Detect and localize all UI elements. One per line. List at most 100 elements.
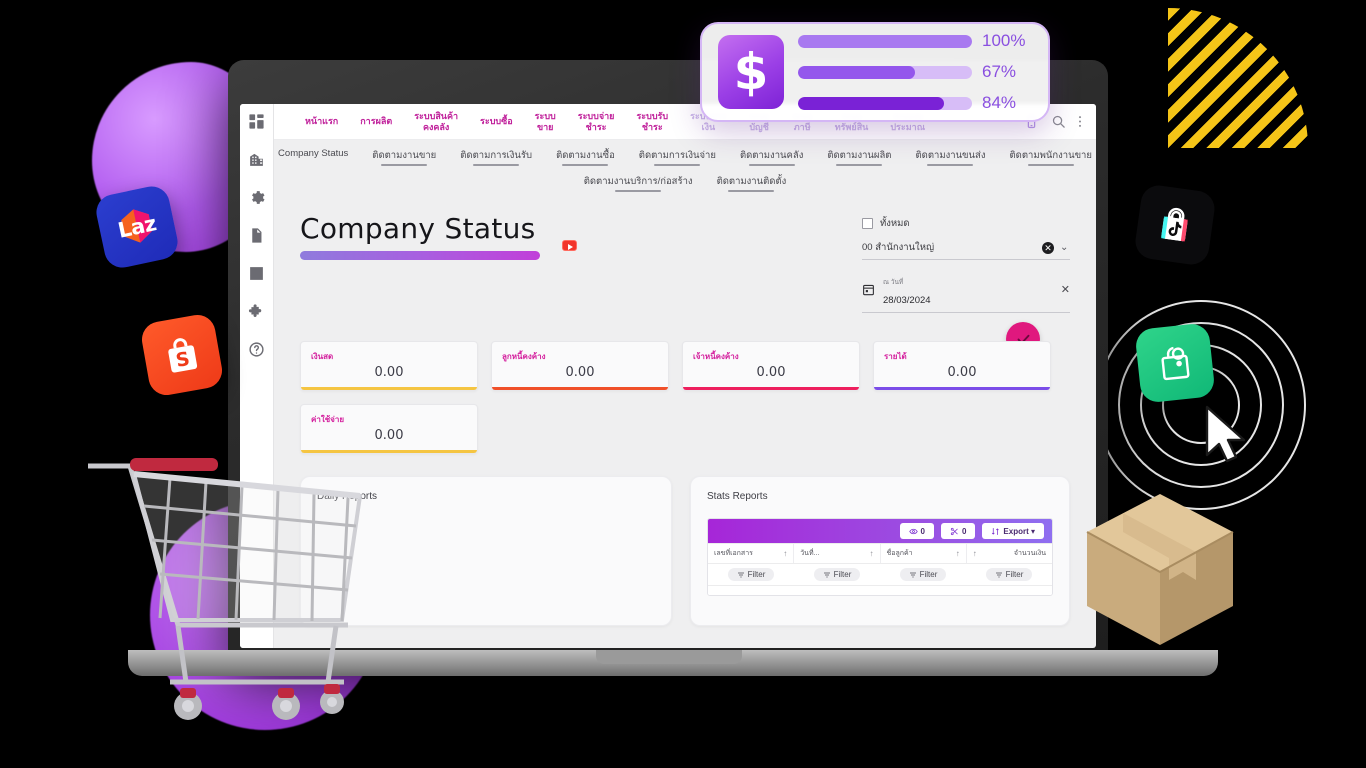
page-title: Company Status bbox=[300, 212, 536, 245]
tab-company-status[interactable]: Company Status bbox=[266, 148, 360, 166]
shopping-cart bbox=[88, 458, 363, 720]
stats-table-toolbar: 0 0 Export ▾ bbox=[708, 519, 1052, 544]
sort-icon bbox=[992, 528, 1000, 535]
tab-label: ติดตามงานบริการ/ก่อสร้าง bbox=[583, 176, 693, 187]
help-icon[interactable] bbox=[248, 341, 265, 358]
topnav-item-6[interactable]: ระบบรับ ชำระ bbox=[625, 111, 679, 132]
filter-icon bbox=[909, 572, 916, 578]
tab-purchase-tracking[interactable]: ติดตามงานซื้อ bbox=[544, 148, 627, 166]
table-column-header[interactable]: เลขที่เอกสาร ↑ bbox=[708, 544, 795, 564]
filter-button[interactable]: Filter bbox=[985, 568, 1033, 582]
building-icon[interactable] bbox=[248, 151, 265, 168]
dollar-symbol: $ bbox=[733, 43, 769, 101]
tab-salesperson-tracking[interactable]: ติดตามพนักงานขาย bbox=[997, 148, 1096, 166]
kpi-card-revenue[interactable]: รายได้ 0.00 bbox=[873, 341, 1051, 392]
visible-count-button[interactable]: 0 bbox=[899, 523, 934, 540]
table-column-header[interactable]: ชื่อลูกค้า ↑ bbox=[881, 544, 967, 564]
tabs-row-2: ติดตามงานบริการ/ก่อสร้าง ติดตามงานติดตั้… bbox=[274, 174, 1096, 192]
parcel-box bbox=[1086, 494, 1234, 645]
chart-icon[interactable] bbox=[248, 265, 265, 282]
tab-label: ติดตามงานขนส่ง bbox=[915, 150, 986, 161]
export-button[interactable]: Export ▾ bbox=[982, 523, 1044, 540]
tab-underline bbox=[836, 164, 883, 166]
kpi-value: 0.00 bbox=[374, 365, 404, 381]
table-column-header[interactable]: วันที่... ↑ bbox=[794, 544, 881, 564]
filter-button[interactable]: Filter bbox=[813, 568, 861, 582]
kpi-value: 0.00 bbox=[565, 365, 595, 381]
kpi-card-receivables[interactable]: ลูกหนี้คงค้าง 0.00 bbox=[491, 341, 669, 392]
filter-button[interactable]: Filter bbox=[899, 568, 947, 582]
kpi-accent-rule bbox=[874, 387, 1050, 391]
branch-select[interactable]: 00 สำนักงานใหญ่ ✕ ⌄ bbox=[862, 240, 1070, 260]
filter-cell: Filter bbox=[708, 568, 794, 582]
tab-label: ติดตามพนักงานขาย bbox=[1009, 150, 1092, 161]
checkbox-icon[interactable] bbox=[862, 218, 873, 229]
stats-table: 0 0 Export ▾ เลขที่เอกสาร ↑ วันที่... ↑ … bbox=[707, 518, 1053, 597]
filter-all-checkbox-row[interactable]: ทั้งหมด bbox=[862, 216, 1070, 231]
filter-button[interactable]: Filter bbox=[727, 568, 775, 582]
kpi-card-payables[interactable]: เจ้าหนี้คงค้าง 0.00 bbox=[682, 341, 860, 392]
topnav-item-3[interactable]: ระบบซื้อ bbox=[469, 116, 524, 126]
puzzle-icon[interactable] bbox=[248, 303, 265, 320]
tiktok-shop-icon bbox=[1161, 207, 1188, 242]
filter-cell: Filter bbox=[794, 568, 880, 582]
close-icon[interactable]: ✕ bbox=[1061, 283, 1070, 296]
tab-sales-tracking[interactable]: ติดตามงานขาย bbox=[360, 148, 448, 166]
tab-production-tracking[interactable]: ติดตามงานผลิต bbox=[815, 148, 903, 166]
kpi-accent-rule bbox=[492, 387, 668, 391]
filter-label: Filter bbox=[833, 570, 852, 580]
tab-underline bbox=[927, 164, 974, 166]
search-icon[interactable] bbox=[1051, 114, 1066, 129]
tab-installation-tracking[interactable]: ติดตามงานติดตั้ง bbox=[705, 174, 799, 192]
topnav-item-0[interactable]: หน้าแรก bbox=[294, 116, 349, 126]
title-accent-bar bbox=[300, 251, 540, 260]
sort-arrow-icon[interactable]: ↑ bbox=[956, 549, 960, 558]
tiktok-shop-badge bbox=[1133, 183, 1217, 267]
topnav-item-2[interactable]: ระบบสินค้า คงคลัง bbox=[403, 111, 469, 132]
chevron-down-icon[interactable]: ⌄ bbox=[1060, 242, 1070, 253]
tabs-row-1: Company Status ติดตามงานขาย ติดตามการเงิ… bbox=[274, 148, 1096, 166]
table-column-header[interactable]: ↑ จำนวนเงิน bbox=[967, 544, 1052, 563]
lazada-badge: Laz bbox=[93, 183, 181, 271]
tab-ap-tracking[interactable]: ติดตามการเงินจ่าย bbox=[627, 148, 728, 166]
gear-icon[interactable] bbox=[248, 189, 265, 206]
stats-reports-panel: Stats Reports 0 0 Export ▾ เลขที่เอกสาร … bbox=[690, 476, 1070, 627]
tab-service-construction-tracking[interactable]: ติดตามงานบริการ/ก่อสร้าง bbox=[572, 174, 705, 192]
topnav-item-4[interactable]: ระบบ ขาย bbox=[524, 111, 567, 132]
tab-ar-tracking[interactable]: ติดตามการเงินรับ bbox=[448, 148, 544, 166]
topnav-item-1[interactable]: การผลิต bbox=[349, 116, 403, 126]
kpi-card-cash[interactable]: เงินสด 0.00 bbox=[300, 341, 478, 392]
tab-warehouse-tracking[interactable]: ติดตามงานคลัง bbox=[728, 148, 815, 166]
stats-table-filter-row: Filter Filter Filter Filter bbox=[708, 563, 1052, 586]
dashboard-icon[interactable] bbox=[248, 113, 265, 130]
progress-row: 67% bbox=[798, 62, 1032, 82]
kpi-label: ลูกหนี้คงค้าง bbox=[502, 352, 546, 362]
tab-underline bbox=[728, 190, 775, 192]
mouse-cursor bbox=[1205, 405, 1246, 463]
sort-arrow-icon[interactable]: ↑ bbox=[973, 549, 977, 558]
column-label: วันที่... bbox=[800, 550, 820, 558]
sort-arrow-icon[interactable]: ↑ bbox=[870, 549, 874, 558]
topnav-item-5[interactable]: ระบบจ่าย ชำระ bbox=[567, 111, 626, 132]
floating-progress-card: $ 100% 67% 84% bbox=[700, 22, 1050, 122]
more-vertical-icon[interactable] bbox=[1078, 114, 1082, 129]
progress-bars: 100% 67% 84% bbox=[798, 31, 1032, 113]
date-field[interactable]: ณ วันที่ 28/03/2024 ✕ bbox=[862, 270, 1070, 314]
branch-select-value: 00 สำนักงานใหญ่ bbox=[862, 242, 935, 253]
date-value: 28/03/2024 bbox=[883, 295, 931, 307]
line-shopping-badge bbox=[1134, 322, 1216, 404]
tab-logistics-tracking[interactable]: ติดตามงานขนส่ง bbox=[903, 148, 997, 166]
document-icon[interactable] bbox=[248, 227, 265, 244]
youtube-icon[interactable] bbox=[562, 240, 577, 251]
tab-label: ติดตามงานขาย bbox=[372, 150, 437, 161]
sort-arrow-icon[interactable]: ↑ bbox=[783, 549, 787, 558]
clear-icon[interactable]: ✕ bbox=[1042, 241, 1054, 254]
export-label: Export ▾ bbox=[1003, 526, 1035, 536]
kpi-label: รายได้ bbox=[884, 352, 907, 362]
progress-percent: 84% bbox=[982, 93, 1017, 112]
tabs-bar: Company Status ติดตามงานขาย ติดตามการเงิ… bbox=[274, 140, 1096, 196]
cut-count-button[interactable]: 0 bbox=[940, 523, 976, 540]
tab-label: ติดตามงานผลิต bbox=[827, 150, 892, 161]
tab-underline bbox=[290, 164, 336, 166]
filter-icon bbox=[823, 572, 830, 578]
